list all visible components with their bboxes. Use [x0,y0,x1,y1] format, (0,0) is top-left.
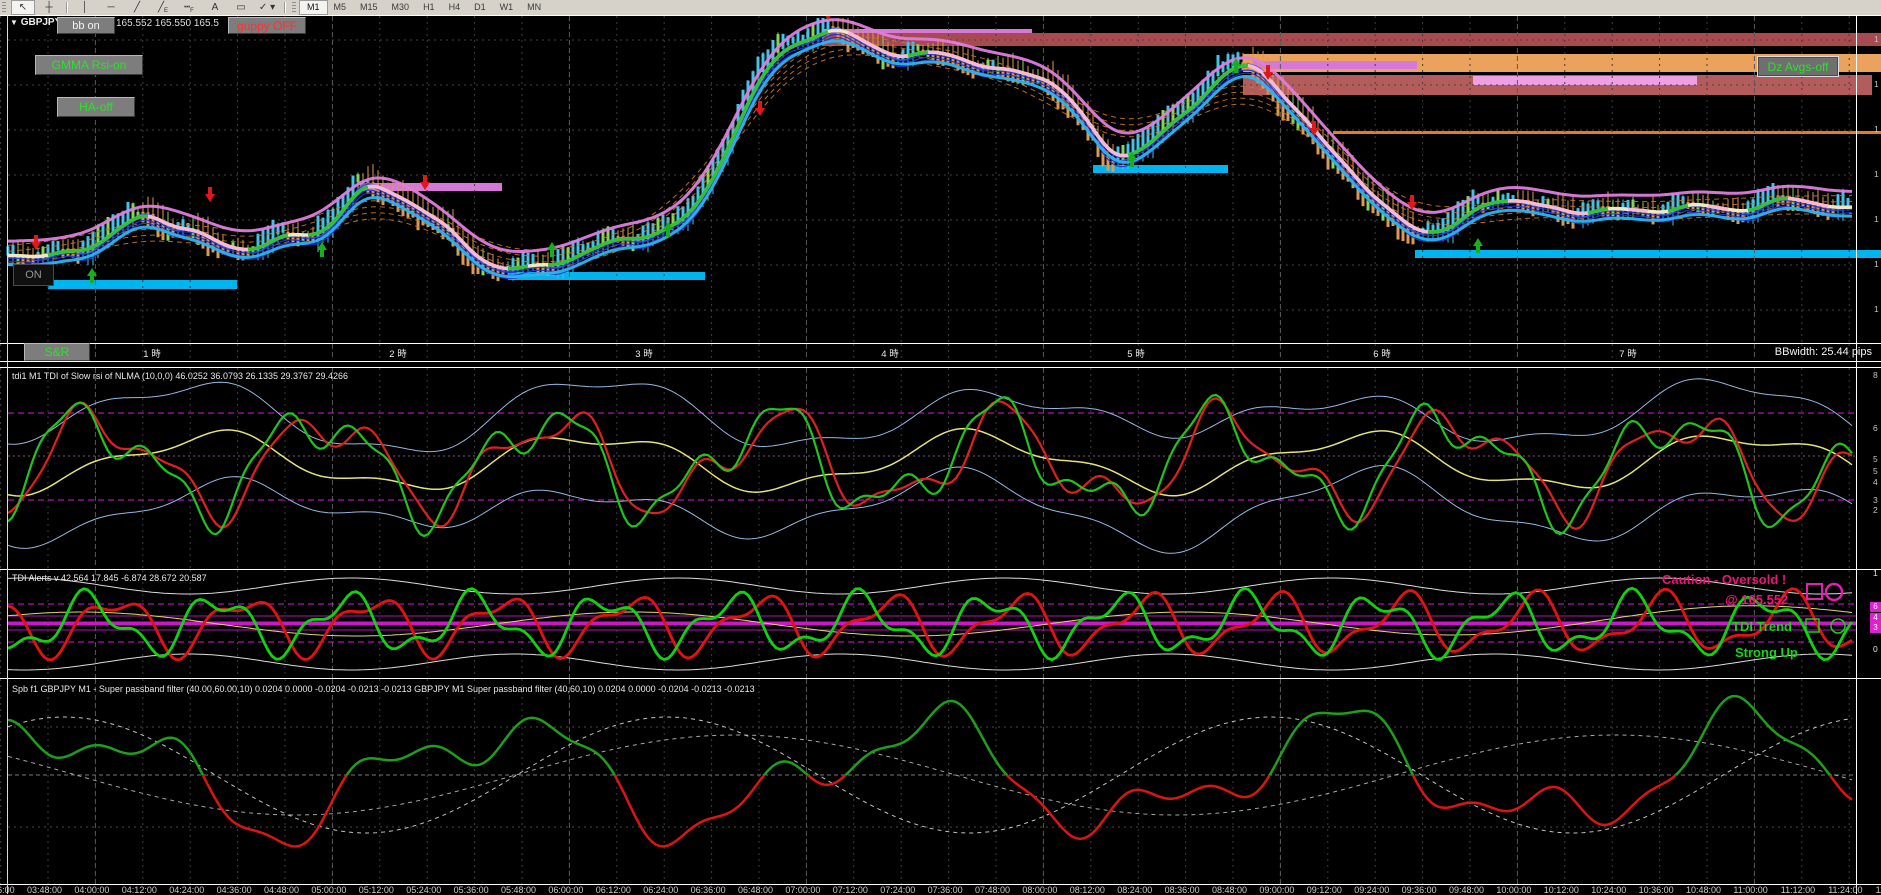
gmma-rsi-toggle-button[interactable]: GMMA Rsi-on [35,55,143,75]
toolbar-separator [66,2,68,13]
price-axis-fragment: 3 [1873,495,1878,505]
on-toggle-button[interactable]: ON [13,264,54,286]
hour-separator-label: 3 時 [635,349,653,360]
hour-separator-label: 7 時 [1619,349,1637,360]
timeframe-H4[interactable]: H4 [442,1,468,14]
spb-panel-title: Spb f1 GBPJPY M1 - Super passband filter… [12,684,755,694]
text-label-icon[interactable]: ▭ [230,1,252,14]
toolbar-separator [284,2,286,13]
price-axis-fragment: 1 [1874,259,1879,269]
text-tool-icon[interactable]: A [204,1,226,14]
price-axis-fragment: 1 [1874,124,1879,134]
price-axis-fragment: 8 [1873,370,1878,380]
trendline-icon[interactable]: ╱ [126,1,148,14]
heiken-ashi-toggle-button[interactable]: HA-off [57,97,135,117]
timeframe-M15[interactable]: M15 [353,1,385,14]
hour-separator-label: 6 時 [1373,349,1391,360]
equidistant-channel-icon[interactable]: ╱E [152,1,174,14]
alerts-axis-badge: 3 [1870,623,1881,633]
fibonacci-icon[interactable]: ┅F [178,1,200,14]
timeframe-M1[interactable]: M1 [299,0,328,15]
guppy-toggle-button[interactable]: guppy OFF [228,17,306,34]
tdi-trend-label: TDI Trend [1732,619,1792,634]
cursor-icon[interactable]: ↖ [11,0,35,15]
price-axis-fragment: 1 [1874,214,1879,224]
vertical-line-icon[interactable]: │ [74,1,96,14]
timeframe-D1[interactable]: D1 [467,1,493,14]
price-axis-fragment: 5 [1873,454,1878,464]
chart-canvas [0,5,1881,894]
price-axis-fragment: 2 [1873,505,1878,515]
toolbar-grip[interactable] [292,2,296,13]
alerts-axis-badge: 4 [1870,612,1881,623]
alert-price-text: @ 165.552 [1725,592,1789,607]
tdi-trend-state: Strong Up [1735,645,1798,660]
crosshair-icon[interactable]: ┼ [38,1,60,14]
arrows-tool-icon[interactable]: ✓ ▾ [256,1,278,14]
timeframe-H1[interactable]: H1 [416,1,442,14]
price-axis-fragment: 1 [1873,568,1878,578]
chart-symbol-title[interactable]: ▼ GBPJPY [10,17,61,28]
hour-separator-label: 2 時 [389,349,407,360]
price-axis-fragment: 6 [1873,423,1878,433]
price-axis-fragment: 1 [1874,169,1879,179]
price-axis-fragment: 4 [1873,477,1878,487]
price-axis-fragment: 1 [1874,79,1879,89]
toolbar-grip[interactable] [2,2,6,13]
timeframe-MN[interactable]: MN [520,1,548,14]
tdi-alerts-panel-title: TDI Alerts v 42.564 17.845 -6.874 28.672… [12,573,207,583]
top-toolbar: ↖ ┼ │ ─ ╱ ╱E ┅F A ▭ ✓ ▾ M1 M5 M15 M30 H1 H4 D1… [0,0,1881,15]
timeframe-toolbar: M1 M5 M15 M30 H1 H4 D1 W1 MN [299,0,548,15]
caution-oversold-text: Caution - Oversold ! [1662,572,1787,587]
quote-prices: 165.552 165.550 165.5 [116,18,219,29]
mt4-window: { "app": { "symbol": "GBPJPY", "prices":… [0,0,1881,895]
timeframe-W1[interactable]: W1 [493,1,521,14]
price-axis-fragment: 1 [1874,304,1879,314]
alerts-axis-badge: 6 [1870,602,1881,612]
bb-toggle-button[interactable]: bb on [57,17,115,34]
hour-separator-label: 4 時 [881,349,899,360]
sr-toggle-button[interactable]: S&R [24,343,90,361]
price-axis-fragment: 5 [1873,466,1878,476]
horizontal-line-icon[interactable]: ─ [100,1,122,14]
price-axis-fragment: 0 [1873,644,1878,654]
hour-separator-label: 1 時 [143,349,161,360]
tdi-panel-title: tdi1 M1 TDI of Slow rsi of NLMA (10,0,0)… [12,371,349,381]
bbwidth-readout: BBwidth: 25.44 pips [1774,346,1872,358]
hour-separator-label: 5 時 [1127,349,1145,360]
dz-avgs-toggle-button[interactable]: Dz Avgs-off [1757,56,1839,77]
timeframe-M30[interactable]: M30 [385,1,417,14]
price-axis-fragment: 1 [1874,34,1879,44]
timeframe-M5[interactable]: M5 [327,1,354,14]
symbol-dropdown-icon[interactable]: ▼ [10,18,18,27]
